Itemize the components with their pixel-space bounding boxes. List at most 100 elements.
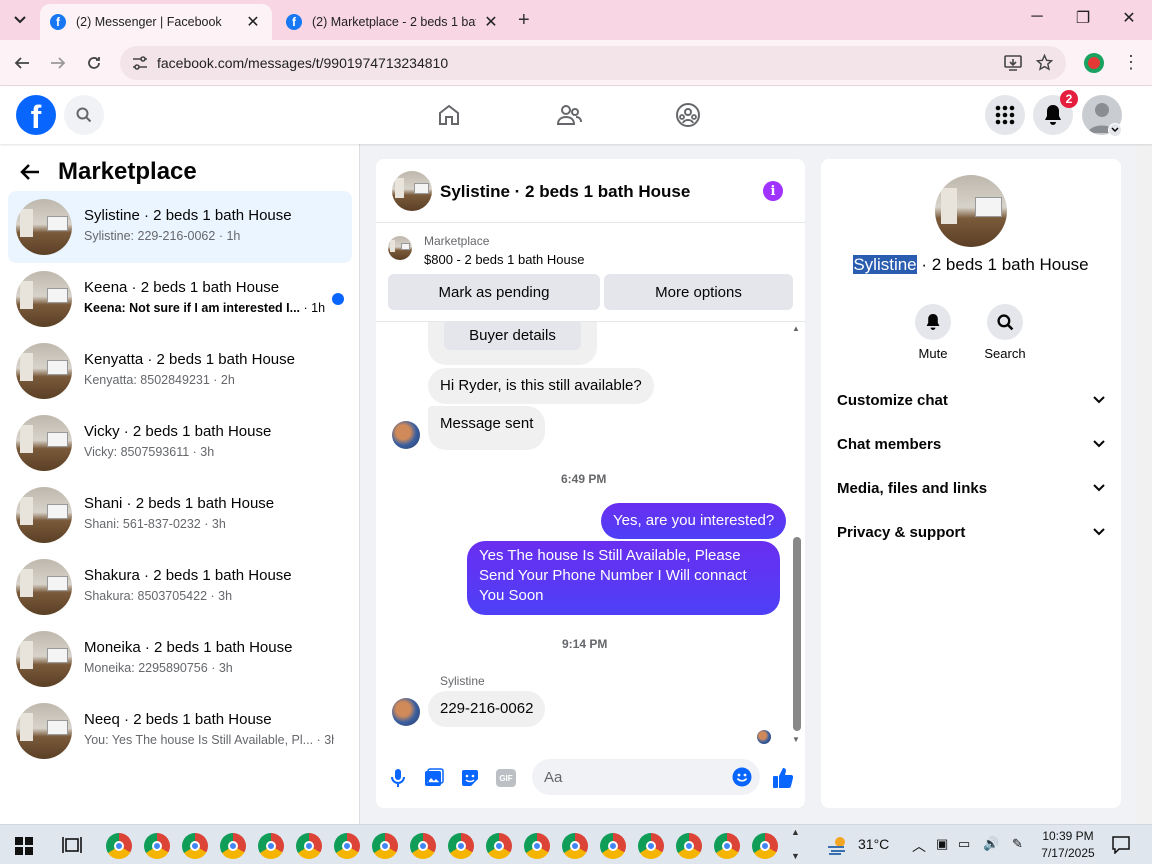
chrome-taskbar-icon[interactable]: [258, 833, 284, 859]
sticker-icon[interactable]: [458, 766, 482, 790]
conversation-item[interactable]: Vicky · 2 beds 1 bath House Vicky: 850759…: [8, 407, 352, 479]
details-section[interactable]: Privacy & support: [837, 512, 1105, 552]
conversation-item[interactable]: Sylistine · 2 beds 1 bath House Sylistine…: [8, 191, 352, 263]
facebook-logo-icon[interactable]: f: [16, 95, 56, 135]
chat-title[interactable]: Sylistine · 2 beds 1 bath House: [440, 182, 690, 202]
search-action[interactable]: Search: [975, 304, 1035, 361]
chrome-taskbar-icon[interactable]: [448, 833, 474, 859]
buyer-details-button[interactable]: Buyer details: [444, 322, 581, 350]
taskbar-scroll-up-icon[interactable]: ▲: [791, 827, 800, 837]
network-icon[interactable]: ▭: [958, 836, 970, 852]
new-tab-button[interactable]: +: [518, 9, 530, 32]
minimize-button[interactable]: ─: [1025, 8, 1049, 26]
scrollbar-thumb[interactable]: [793, 537, 801, 731]
account-chevron[interactable]: [1108, 123, 1122, 137]
restore-button[interactable]: ❐: [1071, 8, 1095, 28]
chrome-taskbar-icon[interactable]: [144, 833, 170, 859]
photo-attach-icon[interactable]: [422, 766, 446, 790]
chrome-taskbar-icon[interactable]: [562, 833, 588, 859]
home-nav[interactable]: [435, 101, 463, 129]
back-button[interactable]: [8, 50, 36, 76]
back-arrow-icon[interactable]: [20, 163, 40, 181]
details-section[interactable]: Chat members: [837, 424, 1105, 464]
clock[interactable]: 10:39 PM 7/17/2025: [1040, 829, 1096, 860]
details-section[interactable]: Media, files and links: [837, 468, 1105, 508]
conversation-avatar[interactable]: [16, 199, 72, 255]
message-input[interactable]: Aa: [532, 759, 760, 795]
mark-as-pending-button[interactable]: Mark as pending: [388, 274, 600, 310]
chrome-taskbar-icon[interactable]: [638, 833, 664, 859]
forward-button[interactable]: [44, 50, 72, 76]
close-tab-icon[interactable]: ✕: [482, 12, 500, 32]
task-view-icon[interactable]: [62, 836, 82, 854]
chrome-taskbar-icon[interactable]: [106, 833, 132, 859]
close-tab-icon[interactable]: ✕: [244, 12, 262, 32]
temperature[interactable]: 31°C: [858, 836, 889, 852]
address-bar[interactable]: facebook.com/messages/t/9901974713234810: [120, 46, 1066, 80]
site-settings-icon[interactable]: [132, 56, 148, 70]
chrome-taskbar-icon[interactable]: [486, 833, 512, 859]
bookmark-star-icon[interactable]: [1036, 54, 1053, 71]
chat-avatar[interactable]: [392, 171, 432, 211]
facebook-search-button[interactable]: [64, 95, 104, 135]
browser-menu-icon[interactable]: ⋮: [1122, 52, 1140, 73]
emoji-icon[interactable]: [732, 767, 752, 787]
tab-search-button[interactable]: [6, 7, 34, 33]
tray-expand-icon[interactable]: ︿: [912, 836, 926, 856]
conversation-avatar[interactable]: [16, 271, 72, 327]
conversation-item[interactable]: Keena · 2 beds 1 bath House Keena: Not su…: [8, 263, 352, 335]
scroll-down-icon[interactable]: ▼: [792, 735, 800, 744]
taskbar-scroll-down-icon[interactable]: ▼: [791, 851, 800, 861]
conversation-avatar[interactable]: [16, 415, 72, 471]
listing-thumbnail[interactable]: [388, 236, 412, 260]
details-avatar[interactable]: [935, 175, 1007, 247]
voice-clip-icon[interactable]: [386, 766, 410, 790]
sender-avatar[interactable]: [392, 698, 420, 726]
gif-icon[interactable]: GIF: [494, 766, 518, 790]
details-section[interactable]: Customize chat: [837, 380, 1105, 420]
meet-icon[interactable]: ▣: [936, 836, 948, 852]
weather-icon[interactable]: [826, 835, 850, 855]
chrome-taskbar-icon[interactable]: [714, 833, 740, 859]
conversation-item[interactable]: Neeq · 2 beds 1 bath House You: Yes The h…: [8, 695, 352, 767]
tab-messenger[interactable]: f (2) Messenger | Facebook ✕: [40, 4, 272, 40]
message-scrollbar[interactable]: ▲ ▼: [791, 322, 801, 747]
windows-start-icon[interactable]: [15, 837, 33, 855]
chrome-taskbar-icon[interactable]: [524, 833, 550, 859]
page-scrollbar[interactable]: [1137, 144, 1152, 824]
chrome-taskbar-icon[interactable]: [372, 833, 398, 859]
like-thumbs-up-icon[interactable]: [771, 766, 795, 790]
chrome-taskbar-icon[interactable]: [752, 833, 778, 859]
volume-icon[interactable]: 🔊: [983, 836, 999, 852]
listing-price-title[interactable]: $800 - 2 beds 1 bath House: [424, 252, 584, 267]
info-icon[interactable]: i: [763, 181, 783, 201]
conversation-avatar[interactable]: [16, 487, 72, 543]
chrome-taskbar-icon[interactable]: [410, 833, 436, 859]
groups-nav[interactable]: [674, 101, 702, 129]
notification-center-icon[interactable]: [1112, 836, 1130, 854]
mute-action[interactable]: Mute: [903, 304, 963, 361]
chrome-taskbar-icon[interactable]: [296, 833, 322, 859]
reload-button[interactable]: [80, 50, 108, 76]
install-app-icon[interactable]: [1004, 55, 1022, 71]
chrome-taskbar-icon[interactable]: [676, 833, 702, 859]
conversation-item[interactable]: Shani · 2 beds 1 bath House Shani: 561-83…: [8, 479, 352, 551]
close-window-button[interactable]: ✕: [1117, 8, 1141, 28]
scroll-up-icon[interactable]: ▲: [792, 324, 800, 333]
pen-icon[interactable]: ✎: [1012, 836, 1023, 852]
chrome-taskbar-icon[interactable]: [182, 833, 208, 859]
conversation-avatar[interactable]: [16, 559, 72, 615]
conversation-item[interactable]: Moneika · 2 beds 1 bath House Moneika: 22…: [8, 623, 352, 695]
friends-nav[interactable]: [555, 101, 583, 129]
chrome-taskbar-icon[interactable]: [334, 833, 360, 859]
conversation-item[interactable]: Shakura · 2 beds 1 bath House Shakura: 85…: [8, 551, 352, 623]
chrome-taskbar-icon[interactable]: [600, 833, 626, 859]
conversation-avatar[interactable]: [16, 343, 72, 399]
menu-button[interactable]: [985, 95, 1025, 135]
conversation-avatar[interactable]: [16, 703, 72, 759]
more-options-button[interactable]: More options: [604, 274, 793, 310]
tab-marketplace[interactable]: f (2) Marketplace - 2 beds 1 bath ✕: [276, 4, 510, 40]
extension-icon[interactable]: [1084, 53, 1104, 73]
conversation-avatar[interactable]: [16, 631, 72, 687]
sender-avatar[interactable]: [392, 421, 420, 449]
